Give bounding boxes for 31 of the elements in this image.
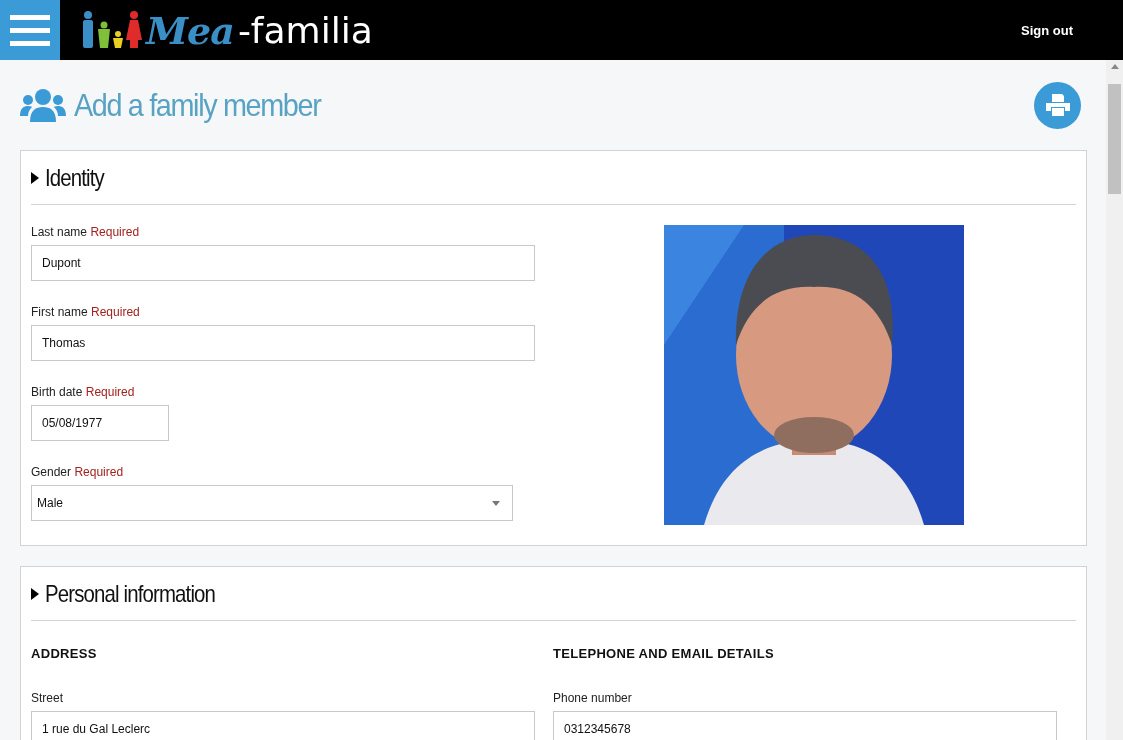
input-field[interactable]: Thomas: [31, 325, 535, 361]
field-label: Phone number: [553, 691, 633, 705]
family-logo-icon: [80, 10, 142, 50]
scroll-up-icon[interactable]: [1110, 64, 1119, 69]
input-field[interactable]: Dupont: [31, 245, 535, 281]
column-heading: TELEPHONE AND EMAIL DETAILS: [553, 646, 775, 661]
section-title[interactable]: Identity: [45, 163, 104, 192]
page-title: Add a family member: [74, 86, 321, 124]
field-label: Birth date Required: [31, 385, 136, 399]
field-label: First name Required: [31, 305, 141, 319]
caret-icon[interactable]: [31, 170, 39, 185]
menu-button[interactable]: [0, 0, 60, 60]
sign-out-link[interactable]: Sign out: [1021, 22, 1073, 38]
column-heading: ADDRESS: [31, 646, 98, 661]
logo-mark: Mea: [146, 7, 234, 53]
dropdown-arrow-icon: [492, 500, 500, 506]
field-label: Gender Required: [31, 465, 125, 479]
field-label: Last name Required: [31, 225, 141, 239]
scrollbar-thumb[interactable]: [1108, 84, 1121, 194]
input-field[interactable]: 1 rue du Gal Leclerc: [31, 711, 535, 740]
date-field[interactable]: 05/08/1977: [31, 405, 169, 441]
gender-select[interactable]: Male: [31, 485, 513, 521]
section-title[interactable]: Personal information: [45, 579, 216, 608]
print-button[interactable]: [1034, 81, 1081, 129]
caret-icon[interactable]: [31, 586, 39, 601]
logo-name: -familia: [237, 9, 373, 51]
users-icon: [20, 88, 66, 122]
scrollbar[interactable]: [1106, 60, 1123, 740]
print-icon: [1045, 94, 1070, 116]
input-field[interactable]: 0312345678: [553, 711, 1057, 740]
field-label: Street: [31, 691, 64, 705]
